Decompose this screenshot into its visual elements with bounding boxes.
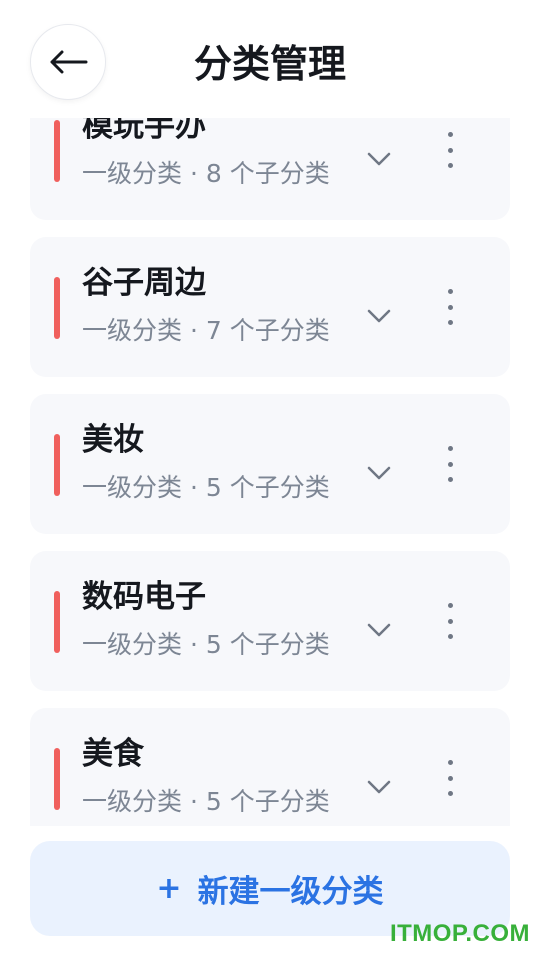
page-title: 分类管理 xyxy=(193,42,346,86)
watermark: ITMOP.COM xyxy=(389,920,530,947)
category-card[interactable]: 美妆 一级分类 · 5 个子分类 xyxy=(30,394,510,534)
category-name: 美食 xyxy=(82,736,144,772)
chevron-down-icon[interactable] xyxy=(366,621,392,639)
category-card[interactable]: 美食 一级分类 · 5 个子分类 xyxy=(30,708,510,826)
chevron-down-icon[interactable] xyxy=(366,464,392,482)
category-card[interactable]: 谷子周边 一级分类 · 7 个子分类 xyxy=(30,237,510,377)
more-vertical-icon[interactable] xyxy=(434,756,466,800)
category-meta: 一级分类 · 5 个子分类 xyxy=(82,787,330,816)
more-vertical-icon[interactable] xyxy=(434,599,466,643)
category-meta: 一级分类 · 7 个子分类 xyxy=(82,316,330,345)
category-marker xyxy=(54,748,60,810)
category-marker xyxy=(54,120,60,182)
category-name: 模玩手办 xyxy=(82,118,206,144)
app-header: 分类管理 xyxy=(0,0,540,118)
category-card[interactable]: 模玩手办 一级分类 · 8 个子分类 xyxy=(30,118,510,220)
chevron-down-icon[interactable] xyxy=(366,307,392,325)
more-vertical-icon[interactable] xyxy=(434,285,466,329)
category-name: 美妆 xyxy=(82,422,144,458)
category-marker xyxy=(54,591,60,653)
category-meta: 一级分类 · 8 个子分类 xyxy=(82,159,330,188)
category-meta: 一级分类 · 5 个子分类 xyxy=(82,473,330,502)
more-vertical-icon[interactable] xyxy=(434,128,466,172)
chevron-down-icon[interactable] xyxy=(366,778,392,796)
category-marker xyxy=(54,277,60,339)
add-category-label: 新建一级分类 xyxy=(197,874,384,910)
category-marker xyxy=(54,434,60,496)
category-card[interactable]: 数码电子 一级分类 · 5 个子分类 xyxy=(30,551,510,691)
category-meta: 一级分类 · 5 个子分类 xyxy=(82,630,330,659)
plus-icon: + xyxy=(156,871,182,906)
chevron-down-icon[interactable] xyxy=(366,150,392,168)
category-name: 谷子周边 xyxy=(82,265,206,301)
category-list[interactable]: 模玩手办 一级分类 · 8 个子分类 谷子周边 一级分类 · 7 个子分类 美妆… xyxy=(0,118,540,826)
more-vertical-icon[interactable] xyxy=(434,442,466,486)
category-name: 数码电子 xyxy=(82,579,206,615)
